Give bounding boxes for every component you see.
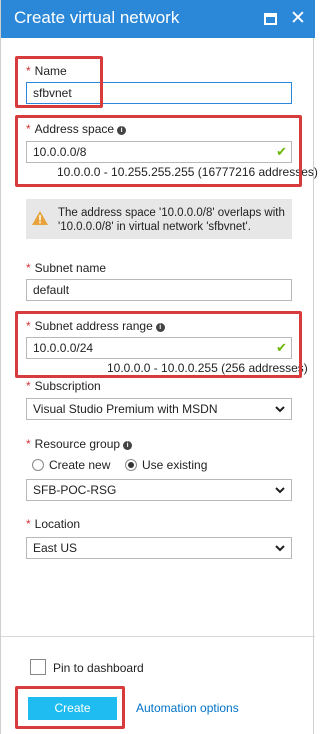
subnet-name-input[interactable]: default (26, 279, 292, 301)
close-button[interactable]: ✕ (288, 9, 308, 29)
maximize-button[interactable] (260, 9, 280, 29)
info-icon[interactable]: i (117, 126, 127, 135)
subnet-range-input[interactable]: 10.0.0.0/24 ✔ (26, 337, 292, 359)
name-input[interactable]: sfbvnet (26, 82, 292, 104)
name-label: * Name (26, 64, 67, 78)
create-button[interactable]: Create (28, 697, 117, 720)
resource-group-label: * Resource group i (26, 437, 133, 451)
resource-group-label-text: Resource group (34, 437, 121, 451)
name-label-text: Name (34, 64, 67, 78)
address-space-label: * Address space i (26, 122, 127, 136)
radio-use-existing[interactable]: Use existing (125, 458, 207, 472)
subnet-name-label-text: Subnet name (34, 261, 107, 275)
chevron-down-icon (275, 545, 285, 552)
subscription-label-text: Subscription (34, 379, 101, 393)
subnet-range-label-text: Subnet address range (34, 319, 153, 333)
required-asterisk: * (26, 64, 31, 78)
valid-check-icon: ✔ (276, 340, 287, 355)
radio-button-selected[interactable] (125, 459, 137, 471)
address-space-value: 10.0.0.0/8 (33, 145, 87, 159)
required-asterisk: * (26, 437, 31, 451)
resource-group-select[interactable]: SFB-POC-RSG (26, 479, 292, 501)
info-icon[interactable]: i (123, 441, 133, 450)
create-vnet-blade: Create virtual network ✕ * Name sfbvnet *… (0, 0, 318, 734)
required-asterisk: * (26, 517, 31, 531)
overlap-warning: The address space '10.0.0.0/8' overlaps … (26, 199, 292, 239)
chevron-down-icon (275, 487, 285, 494)
subnet-name-label: * Subnet name (26, 261, 106, 275)
valid-check-icon: ✔ (276, 144, 287, 159)
address-space-input[interactable]: 10.0.0.0/8 ✔ (26, 141, 292, 163)
required-asterisk: * (26, 122, 31, 136)
automation-options-link[interactable]: Automation options (136, 701, 239, 715)
subnet-range-hint: 10.0.0.0 - 10.0.0.255 (256 addresses) (107, 361, 308, 375)
maximize-icon (263, 13, 277, 25)
info-icon[interactable]: i (155, 323, 165, 332)
subscription-value: Visual Studio Premium with MSDN (33, 402, 218, 416)
name-value: sfbvnet (33, 86, 72, 100)
blade-title: Create virtual network (14, 8, 180, 27)
pin-to-dashboard-label: Pin to dashboard (53, 661, 144, 675)
subscription-select[interactable]: Visual Studio Premium with MSDN (26, 398, 292, 420)
address-space-range-hint: 10.0.0.0 - 10.255.255.255 (16777216 addr… (57, 165, 318, 179)
radio-use-existing-label: Use existing (142, 458, 208, 472)
location-value: East US (33, 541, 78, 555)
subnet-range-label: * Subnet address range i (26, 319, 165, 333)
subnet-name-value: default (33, 283, 70, 297)
chevron-down-icon (275, 406, 285, 413)
radio-create-new-label: Create new (49, 458, 111, 472)
address-space-label-text: Address space (34, 122, 115, 136)
close-icon: ✕ (290, 8, 306, 29)
location-select[interactable]: East US (26, 537, 292, 559)
location-label-text: Location (34, 517, 81, 531)
pin-to-dashboard-checkbox[interactable] (30, 659, 46, 675)
required-asterisk: * (26, 379, 31, 393)
radio-create-new[interactable]: Create new (32, 458, 110, 472)
blade-header: Create virtual network ✕ (1, 0, 315, 38)
warning-icon (32, 211, 48, 225)
required-asterisk: * (26, 261, 31, 275)
warning-text: The address space '10.0.0.0/8' overlaps … (58, 207, 285, 233)
footer-divider (1, 636, 315, 637)
location-label: * Location (26, 517, 80, 531)
resource-group-value: SFB-POC-RSG (33, 483, 117, 497)
subnet-range-value: 10.0.0.0/24 (33, 341, 94, 355)
required-asterisk: * (26, 319, 31, 333)
subscription-label: * Subscription (26, 379, 101, 393)
radio-button[interactable] (32, 459, 44, 471)
